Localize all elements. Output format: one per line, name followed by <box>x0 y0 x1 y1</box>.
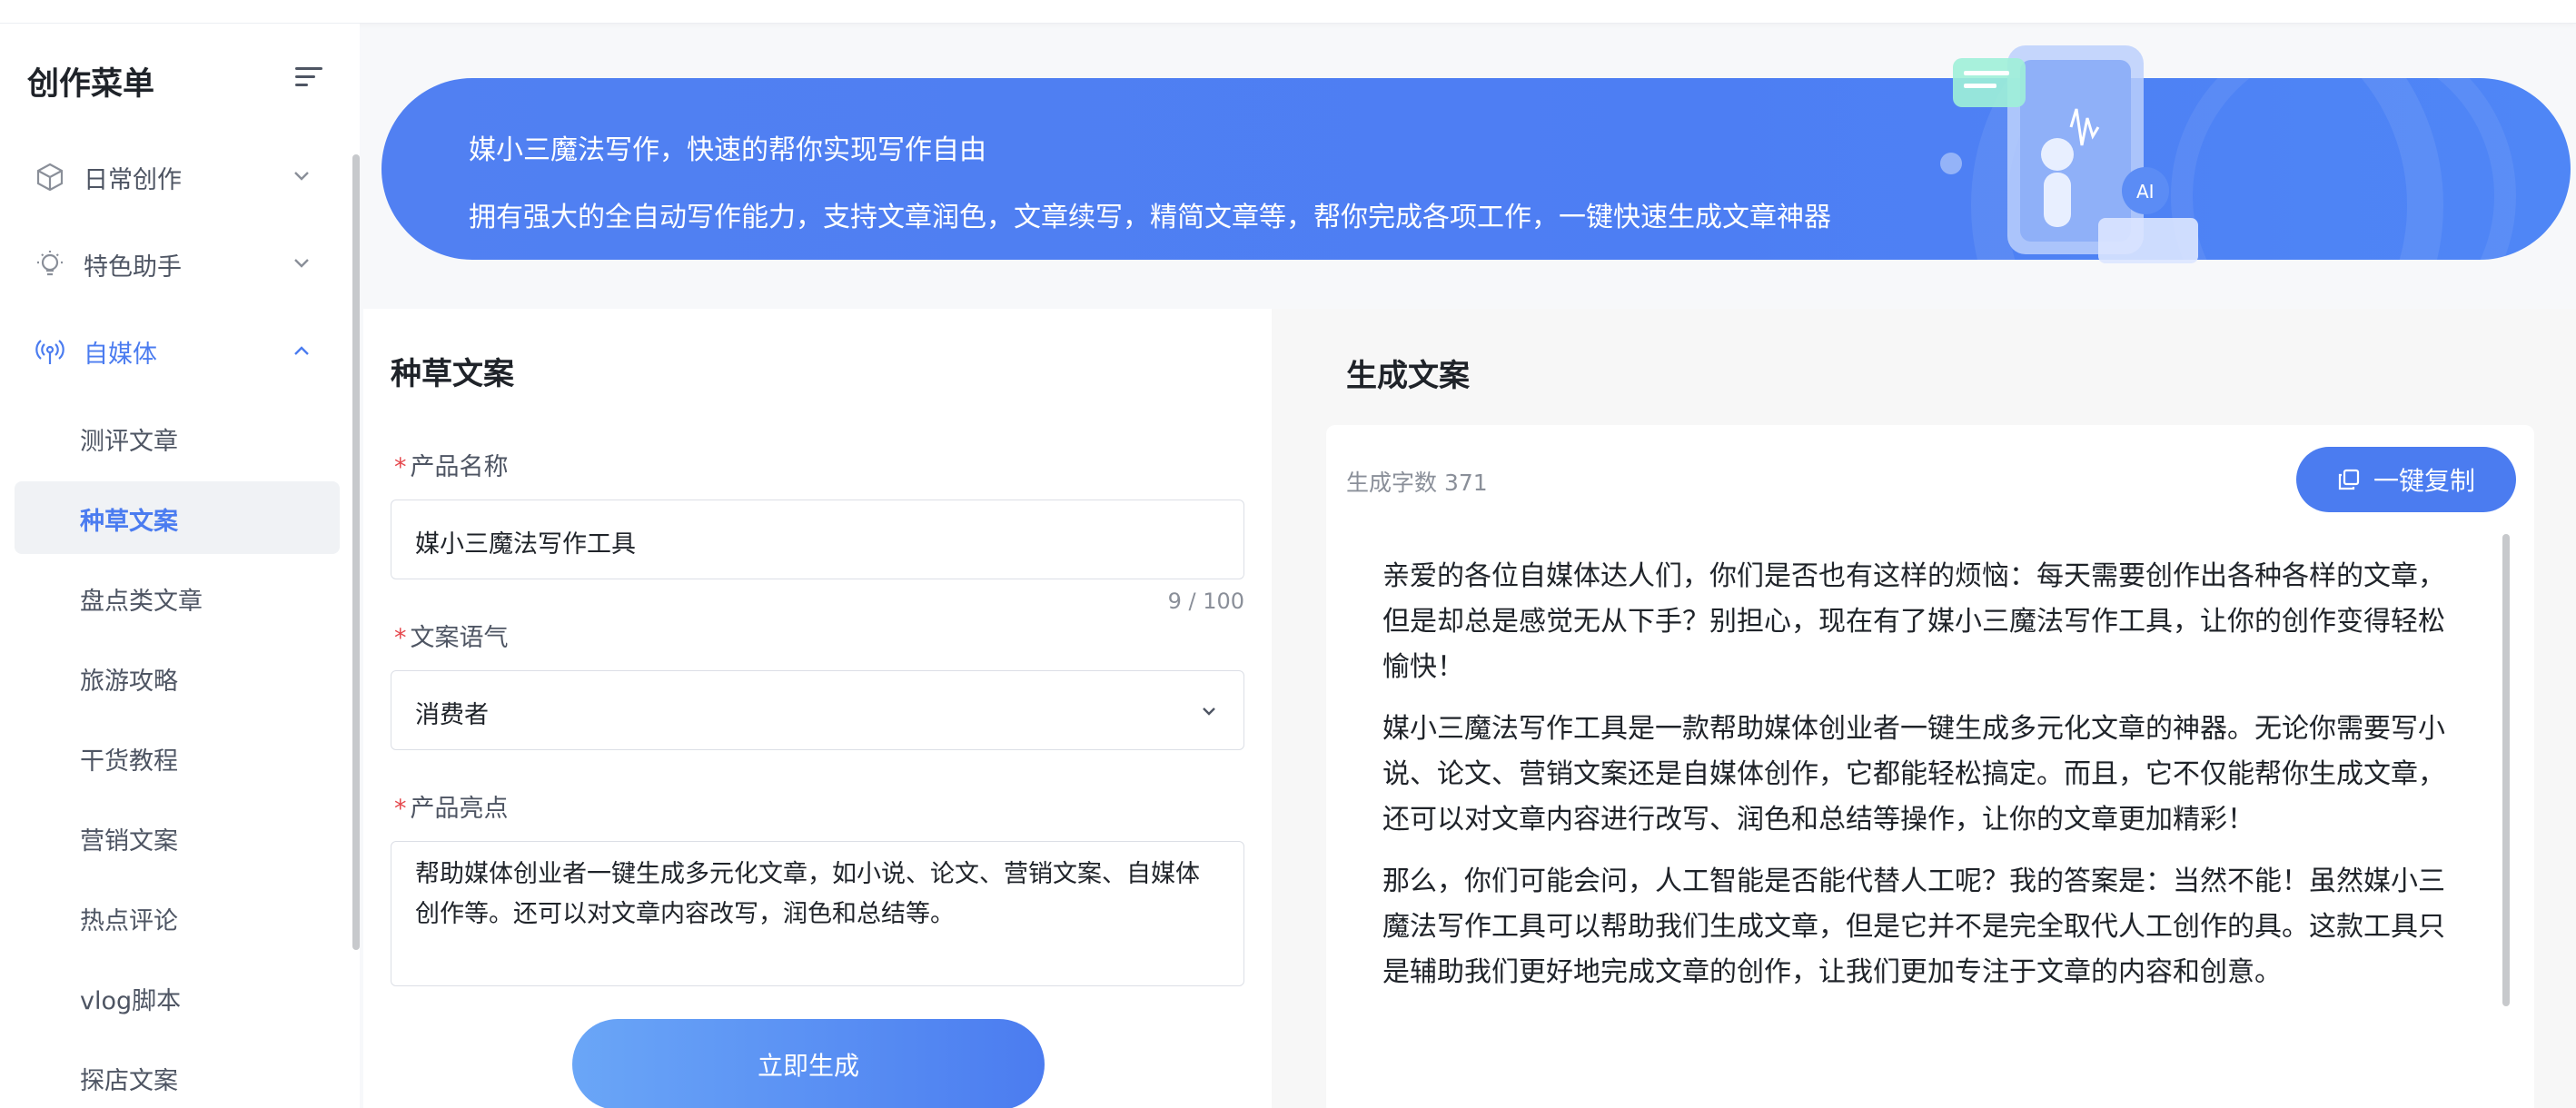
output-card: 生成字数 371 一键复制 亲爱的各位自媒体达人们，你们是否也有这样的烦恼：每天… <box>1326 425 2534 1108</box>
sidebar-title: 创作菜单 <box>27 66 155 103</box>
output-panel: 生成文案 生成字数 371 一键复制 亲爱的各位自媒体达人们，你们是否也有这样的… <box>1272 309 2576 1108</box>
tone-label: * 文案语气 <box>394 618 509 653</box>
chevron-down-icon <box>1198 700 1220 722</box>
lightbulb-icon <box>35 249 65 280</box>
sidebar-item-store-visit[interactable]: 探店文案 <box>15 1041 340 1108</box>
svg-text:AI: AI <box>2136 181 2155 203</box>
banner-headline: 媒小三魔法写作，快速的帮你实现写作自由 <box>469 134 986 166</box>
tone-select[interactable]: 消费者 <box>391 670 1244 750</box>
hero-banner: 媒小三魔法写作，快速的帮你实现写作自由 拥有强大的全自动写作能力，支持文章润色，… <box>381 78 2571 260</box>
highlights-value: 帮助媒体创业者一键生成多元化文章，如小说、论文、营销文案、自媒体创作等。还可以对… <box>415 860 1200 928</box>
banner-illustration: AI <box>1935 36 2225 263</box>
required-mark: * <box>394 453 407 481</box>
tone-value: 消费者 <box>415 701 489 729</box>
sidebar-item-review[interactable]: 测评文章 <box>15 401 340 474</box>
copy-all-button[interactable]: 一键复制 <box>2296 447 2516 512</box>
sidebar-scrollbar[interactable] <box>352 154 360 950</box>
sidebar-item-roundup[interactable]: 盘点类文章 <box>15 561 340 634</box>
product-name-counter: 9 / 100 <box>1167 589 1244 614</box>
menu-group-label: 日常创作 <box>84 166 182 194</box>
sidebar-item-label: 热点评论 <box>80 907 178 935</box>
output-paragraph: 媒小三魔法写作工具是一款帮助媒体创业者一键生成多元化文章的神器。无论你需要写小说… <box>1382 713 2445 836</box>
sidebar: 创作菜单 日常创作 特色助手 自媒体 测评文章 种草文案 盘点类文章 旅游攻略 … <box>0 24 360 1108</box>
output-scrollbar[interactable] <box>2502 534 2510 1006</box>
sidebar-item-label: 盘点类文章 <box>80 588 203 616</box>
menu-group-assistant[interactable]: 特色助手 <box>0 236 345 291</box>
broadcast-icon <box>35 336 65 367</box>
sidebar-item-label: 测评文章 <box>80 428 178 456</box>
product-name-input[interactable]: 媒小三魔法写作工具 <box>391 500 1244 579</box>
word-count: 生成字数 371 <box>1346 470 1488 496</box>
form-title: 种草文案 <box>391 356 514 392</box>
tone-label-text: 文案语气 <box>410 624 509 652</box>
sidebar-item-vlog[interactable]: vlog脚本 <box>15 961 340 1034</box>
menu-collapse-icon[interactable] <box>292 64 325 91</box>
menu-group-daily[interactable]: 日常创作 <box>0 149 345 203</box>
product-name-value: 媒小三魔法写作工具 <box>415 530 636 559</box>
sidebar-item-label: 探店文案 <box>80 1067 178 1095</box>
cube-icon <box>35 162 65 193</box>
sidebar-item-hot-comment[interactable]: 热点评论 <box>15 881 340 954</box>
highlights-label: * 产品亮点 <box>394 788 509 824</box>
sidebar-item-label: 种草文案 <box>80 508 178 536</box>
sidebar-item-label: 干货教程 <box>80 747 178 776</box>
sidebar-item-label: 营销文案 <box>80 827 178 856</box>
copy-all-label: 一键复制 <box>2373 466 2475 496</box>
sidebar-item-travel[interactable]: 旅游攻略 <box>15 641 340 714</box>
menu-group-label: 自媒体 <box>84 341 157 369</box>
form-panel: 种草文案 * 产品名称 媒小三魔法写作工具 9 / 100 * 文案语气 消费者 *… <box>363 309 1272 1108</box>
highlights-textarea[interactable]: 帮助媒体创业者一键生成多元化文章，如小说、论文、营销文案、自媒体创作等。还可以对… <box>391 841 1244 986</box>
output-paragraph: 那么，你们可能会问，人工智能是否能代替人工呢？我的答案是：当然不能！虽然媒小三魔… <box>1382 866 2445 988</box>
output-title: 生成文案 <box>1346 358 1470 394</box>
copy-icon <box>2338 469 2360 490</box>
product-name-label-text: 产品名称 <box>410 453 509 481</box>
top-bar <box>0 0 2576 24</box>
banner-description: 拥有强大的全自动写作能力，支持文章润色，文章续写，精简文章等，帮你完成各项工作，… <box>469 202 1831 233</box>
menu-group-label: 特色助手 <box>84 253 182 282</box>
output-text: 亲爱的各位自媒体达人们，你们是否也有这样的烦恼：每天需要创作出各种各样的文章，但… <box>1382 554 2469 1012</box>
chevron-down-icon <box>291 252 312 274</box>
required-mark: * <box>394 795 407 823</box>
sidebar-item-seeding[interactable]: 种草文案 <box>15 481 340 554</box>
chevron-up-icon <box>291 340 312 361</box>
sidebar-item-label: vlog脚本 <box>80 987 182 1015</box>
product-name-label: * 产品名称 <box>394 447 509 482</box>
menu-group-self-media[interactable]: 自媒体 <box>0 323 345 378</box>
highlights-label-text: 产品亮点 <box>410 795 509 823</box>
sidebar-item-label: 旅游攻略 <box>80 668 178 696</box>
output-paragraph: 亲爱的各位自媒体达人们，你们是否也有这样的烦恼：每天需要创作出各种各样的文章，但… <box>1382 560 2445 683</box>
generate-button[interactable]: 立即生成 <box>572 1019 1045 1108</box>
sidebar-item-marketing[interactable]: 营销文案 <box>15 801 340 874</box>
chevron-down-icon <box>291 165 312 187</box>
required-mark: * <box>394 624 407 652</box>
sidebar-item-tutorial[interactable]: 干货教程 <box>15 721 340 794</box>
